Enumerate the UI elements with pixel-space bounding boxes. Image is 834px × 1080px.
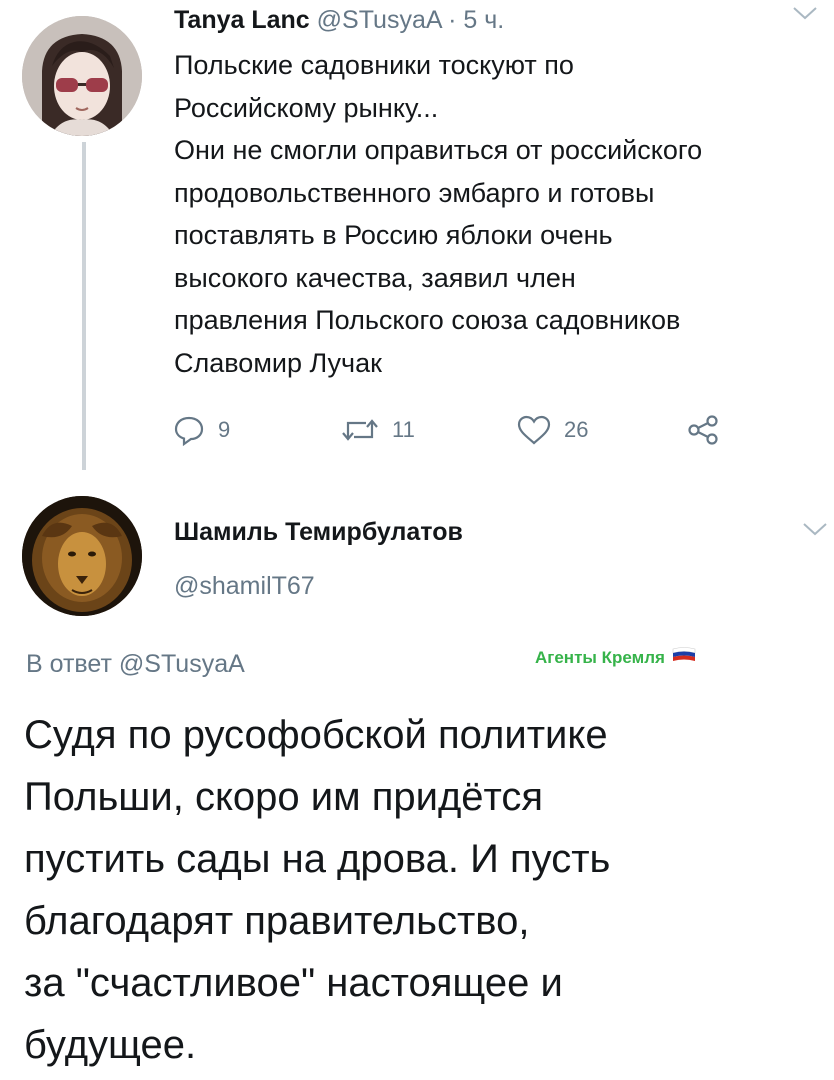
- tweet2-text-line: Польши, скоро им придётся: [24, 775, 544, 819]
- share-button[interactable]: [686, 412, 720, 448]
- tweet1-text-line: правления Польского союза садовников: [174, 305, 681, 335]
- tweet2-display-name[interactable]: Шамиль Темирбулатов: [174, 516, 463, 548]
- reply-button[interactable]: 9: [172, 412, 230, 448]
- chevron-down-icon[interactable]: [790, 0, 820, 30]
- retweet-button[interactable]: 11: [340, 412, 415, 448]
- tweet1-time[interactable]: 5 ч.: [463, 6, 504, 34]
- tweet1-handle[interactable]: @STusyaA: [317, 6, 442, 34]
- tweet1-display-name[interactable]: Tanya Lanc: [174, 6, 310, 34]
- tweet1-text-line: поставлять в Россию яблоки очень: [174, 220, 613, 250]
- tweet1-text-line: Славомир Лучак: [174, 347, 382, 378]
- tweet2-text-line: пустить сады на дрова. И пусть: [24, 837, 611, 881]
- retweet-count: 11: [392, 417, 415, 442]
- tweet1-text-line: высокого качества, заявил член: [174, 262, 576, 293]
- reply-count: 9: [218, 417, 231, 442]
- share-icon: [686, 414, 720, 446]
- tweet1-avatar[interactable]: [22, 16, 142, 136]
- tweet1-text: Польские садовники тоскуют по Российском…: [174, 44, 824, 384]
- tweet2-text: Судя по русофобской политике Польши, ско…: [24, 704, 824, 1076]
- thread-connector-line: [82, 142, 86, 470]
- reply-context: В ответ @STusyaA: [26, 648, 245, 680]
- avatar-anime-girl-image: [22, 16, 142, 136]
- tweet2-handle[interactable]: @shamilT67: [174, 570, 315, 602]
- tweet2-text-line: будущее.: [24, 1023, 197, 1067]
- heart-icon: [516, 414, 552, 446]
- tweet2-text-line: за "счастливое" настоящее и: [24, 961, 563, 1005]
- tweet2-text-line: благодарят правительство,: [24, 899, 530, 943]
- kremlin-agents-badge: Агенты Кремля: [535, 645, 697, 670]
- tweet1-text-line: Они не смогли оправиться от российского: [174, 135, 703, 165]
- tweet2-avatar[interactable]: [22, 496, 142, 616]
- tweet1-text-line: Российскому рынку...: [174, 92, 439, 123]
- tweet1-separator: ·: [448, 6, 457, 34]
- tweet1-header: Tanya Lanc @STusyaA · 5 ч.: [174, 4, 504, 36]
- reply-icon: [172, 414, 206, 446]
- tweet1-text-line: продовольственного эмбарго и готовы: [174, 177, 655, 208]
- tweet2-text-line: Судя по русофобской политике: [24, 713, 608, 757]
- badge-label: Агенты Кремля: [535, 647, 665, 667]
- chevron-down-icon[interactable]: [800, 516, 830, 546]
- retweet-icon: [340, 414, 380, 446]
- tweet1-text-line: Польские садовники тоскуют по: [174, 50, 574, 80]
- like-count: 26: [564, 417, 589, 442]
- reply-mention-link[interactable]: @STusyaA: [119, 650, 245, 678]
- russia-flag-icon: [671, 645, 697, 670]
- avatar-lion-image: [22, 496, 142, 616]
- reply-prefix: В ответ: [26, 650, 112, 678]
- like-button[interactable]: 26: [516, 412, 588, 448]
